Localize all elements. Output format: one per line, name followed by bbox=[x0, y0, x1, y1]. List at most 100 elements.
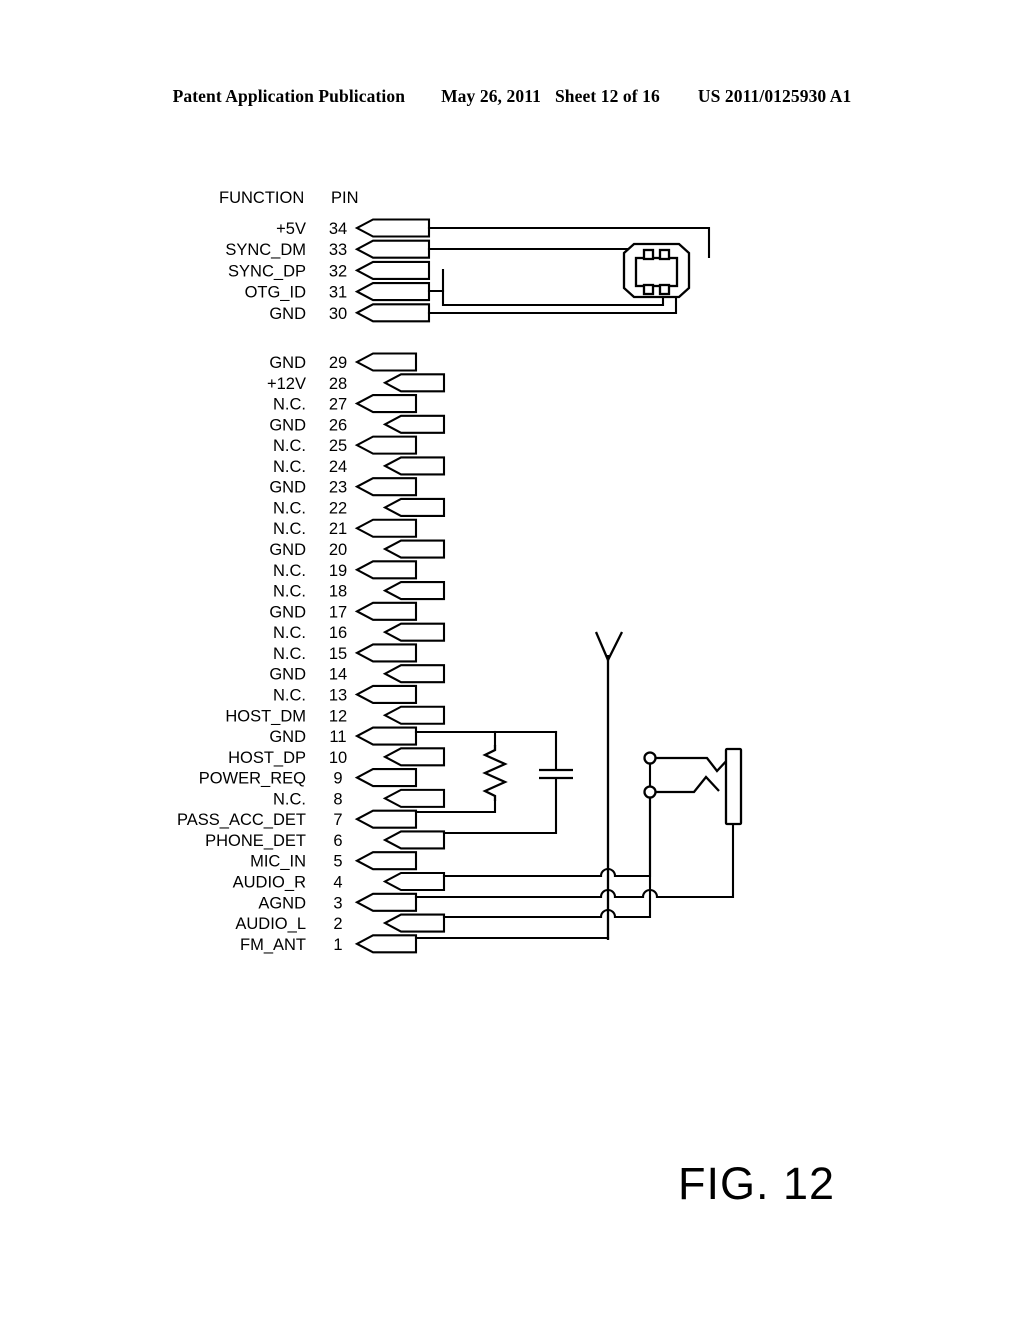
pin-row-22: N.C. 22 bbox=[273, 497, 446, 518]
function-label-3: AGND bbox=[258, 894, 306, 912]
pin-body-18 bbox=[382, 581, 446, 601]
function-label-4: AUDIO_R bbox=[233, 874, 306, 892]
pin-row-27: N.C. 27 bbox=[273, 394, 418, 414]
switch-upper-terminal bbox=[643, 751, 657, 765]
audio-switch-wiring bbox=[414, 756, 735, 940]
pin-body-26 bbox=[382, 414, 446, 434]
pin-number-23: 23 bbox=[329, 479, 347, 497]
pin-number-1: 1 bbox=[333, 936, 342, 954]
pin-rows-layer: +5V 34SYNC_DM 33SYNC_DP 32OTG_ID 31GND 30GND 2… bbox=[177, 218, 446, 954]
function-label-27: N.C. bbox=[273, 396, 306, 414]
pin-number-19: 19 bbox=[329, 562, 347, 580]
pin-row-33: SYNC_DM 33 bbox=[225, 239, 431, 259]
column-header-pin: PIN bbox=[331, 189, 359, 207]
function-label-19: N.C. bbox=[273, 562, 306, 580]
pin-number-18: 18 bbox=[329, 583, 347, 601]
pin-number-27: 27 bbox=[329, 396, 347, 414]
pin-body-20 bbox=[382, 539, 446, 559]
rc-network bbox=[414, 730, 573, 835]
pin-body-29 bbox=[354, 352, 418, 372]
pin-number-13: 13 bbox=[329, 686, 347, 704]
function-label-13: N.C. bbox=[273, 686, 306, 704]
pin-number-15: 15 bbox=[329, 645, 347, 663]
pin-row-15: N.C. 15 bbox=[273, 643, 418, 663]
pin-row-3: AGND 3 bbox=[258, 892, 418, 912]
pin-body-33 bbox=[354, 239, 431, 259]
pin-row-32: SYNC_DP 32 bbox=[228, 260, 431, 280]
function-label-9: POWER_REQ bbox=[199, 770, 306, 788]
wire-pin3-to-load bbox=[655, 822, 735, 899]
pin-row-14: GND 14 bbox=[269, 664, 446, 684]
pin-row-19: N.C. 19 bbox=[273, 560, 418, 580]
pin-number-16: 16 bbox=[329, 624, 347, 642]
pin-body-12 bbox=[382, 705, 446, 725]
wire-pin33-dm bbox=[427, 247, 650, 260]
pin-body-17 bbox=[354, 601, 418, 621]
pin-number-31: 31 bbox=[329, 284, 347, 302]
function-label-20: GND bbox=[269, 541, 306, 559]
pin-number-26: 26 bbox=[329, 416, 347, 434]
usb-tab-3 bbox=[642, 283, 655, 296]
function-label-1: FM_ANT bbox=[240, 936, 306, 954]
switch-assembly bbox=[643, 751, 731, 799]
function-label-15: N.C. bbox=[273, 645, 306, 663]
pin-body-24 bbox=[382, 456, 446, 476]
function-label-25: N.C. bbox=[273, 437, 306, 455]
function-label-18: N.C. bbox=[273, 583, 306, 601]
function-label-34: +5V bbox=[276, 220, 306, 238]
pin-body-15 bbox=[354, 643, 418, 663]
pin-row-18: N.C. 18 bbox=[273, 581, 446, 601]
wire-pin2-seg2 bbox=[613, 790, 652, 919]
usb-tab-1 bbox=[642, 248, 655, 261]
pin-body-19 bbox=[354, 560, 418, 580]
pin-row-24: N.C. 24 bbox=[273, 456, 446, 476]
pin-row-29: GND 29 bbox=[269, 352, 418, 372]
column-header-function: FUNCTION bbox=[219, 189, 304, 207]
function-label-32: SYNC_DP bbox=[228, 262, 306, 280]
pin-number-12: 12 bbox=[329, 707, 347, 725]
pin-body-22 bbox=[382, 497, 446, 518]
pin-row-1: FM_ANT 1 bbox=[240, 934, 418, 954]
pin-row-28: +12V 28 bbox=[267, 373, 446, 393]
function-label-24: N.C. bbox=[273, 458, 306, 476]
function-label-6: PHONE_DET bbox=[205, 832, 306, 850]
pin-body-11 bbox=[354, 726, 418, 746]
pin-row-17: GND 17 bbox=[269, 601, 418, 621]
figure-12-schematic: FUNCTION PIN +5V 34SYNC_DM 33SYNC_DP 32OTG_… bbox=[177, 189, 743, 954]
pin-body-10 bbox=[382, 747, 446, 767]
function-label-8: N.C. bbox=[273, 790, 306, 808]
pin-number-32: 32 bbox=[329, 262, 347, 280]
function-label-12: HOST_DM bbox=[225, 707, 306, 725]
function-label-17: GND bbox=[269, 603, 306, 621]
pin-row-34: +5V 34 bbox=[276, 218, 431, 238]
pin-row-20: GND 20 bbox=[269, 539, 446, 559]
function-label-33: SYNC_DM bbox=[225, 241, 306, 259]
usb-tab-4 bbox=[658, 283, 671, 296]
pin-number-11: 11 bbox=[329, 728, 346, 746]
pin-row-25: N.C. 25 bbox=[273, 435, 418, 455]
pin-number-8: 8 bbox=[333, 790, 342, 808]
pin-number-28: 28 bbox=[329, 375, 347, 393]
function-label-5: MIC_IN bbox=[250, 853, 306, 871]
function-label-22: N.C. bbox=[273, 499, 306, 517]
pin-body-6 bbox=[382, 830, 446, 850]
pin-row-11: GND 11 bbox=[269, 726, 418, 746]
pin-body-25 bbox=[354, 435, 418, 455]
function-label-21: N.C. bbox=[273, 520, 306, 538]
function-label-11: GND bbox=[269, 728, 306, 746]
fm-antenna-icon bbox=[594, 631, 624, 940]
antenna-arm-right bbox=[606, 631, 624, 661]
pin-number-30: 30 bbox=[329, 305, 347, 323]
function-label-16: N.C. bbox=[273, 624, 306, 642]
pin-number-6: 6 bbox=[333, 832, 342, 850]
pin-body-30 bbox=[354, 303, 431, 323]
pin-row-21: N.C. 21 bbox=[273, 518, 418, 538]
pin-number-25: 25 bbox=[329, 437, 347, 455]
pin-row-13: N.C. 13 bbox=[273, 684, 418, 704]
pin-body-1 bbox=[354, 934, 418, 954]
switch-upper-blade bbox=[656, 756, 731, 773]
pin-row-16: N.C. 16 bbox=[273, 622, 446, 642]
pin-body-32 bbox=[354, 260, 431, 280]
pin-body-27 bbox=[354, 394, 418, 414]
pin-number-3: 3 bbox=[333, 894, 342, 912]
